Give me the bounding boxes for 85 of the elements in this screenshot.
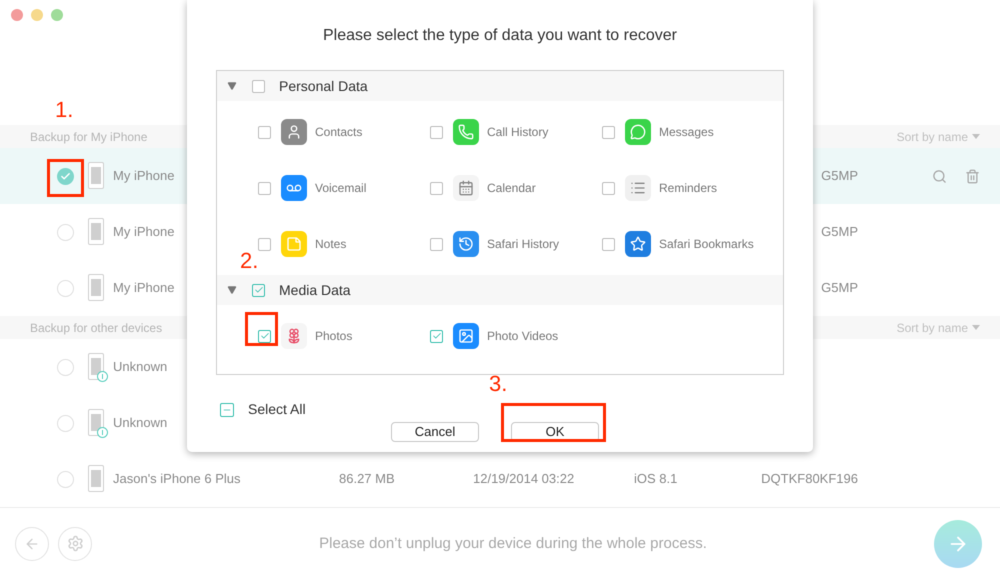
serial-number: DQTKF80KF196: [761, 471, 858, 486]
data-type-label: Call History: [487, 124, 548, 141]
step-number: 3.: [489, 373, 508, 395]
voicemail-icon: [281, 175, 307, 201]
serial-number: G5MP: [821, 224, 858, 240]
footer-message: Please don’t unplug your device during the whole process.: [319, 534, 707, 552]
search-icon[interactable]: [932, 168, 947, 184]
data-type-label: Calendar: [487, 180, 536, 197]
check-icon: [432, 331, 442, 341]
data-type-label: Contacts: [315, 124, 362, 141]
gear-icon: [66, 535, 84, 552]
data-type-label: Voicemail: [315, 180, 366, 197]
radio-button[interactable]: [57, 358, 74, 376]
section-title: Media Data: [279, 280, 351, 300]
list-icon: [625, 175, 651, 201]
group-title: Backup for My iPhone: [30, 128, 148, 146]
close-window-icon[interactable]: [11, 9, 23, 21]
cancel-button[interactable]: Cancel: [391, 422, 479, 442]
checkbox[interactable]: [252, 80, 265, 92]
clock-icon: [453, 231, 479, 257]
device-name: Unknown: [113, 415, 168, 430]
trash-icon[interactable]: [965, 168, 980, 184]
data-type-label: Photo Videos: [487, 328, 558, 345]
settings-button[interactable]: [58, 526, 92, 560]
step-number: 2.: [240, 250, 258, 272]
checkbox[interactable]: [258, 330, 271, 342]
device-name: My iPhone: [113, 224, 174, 240]
disclosure-triangle-icon[interactable]: [227, 81, 237, 91]
serial-number: G5MP: [821, 168, 858, 184]
select-all-checkbox[interactable]: [220, 402, 234, 416]
caret-icon: [972, 325, 980, 330]
device-name: Unknown: [113, 359, 168, 374]
checkbox[interactable]: [430, 182, 443, 194]
serial-number: G5MP: [821, 280, 858, 296]
zoom-window-icon[interactable]: [51, 9, 63, 21]
phone-icon: [453, 119, 479, 145]
checkbox[interactable]: [602, 126, 615, 138]
checkbox[interactable]: [258, 182, 271, 194]
radio-button[interactable]: [57, 470, 74, 488]
radio-button[interactable]: [57, 224, 74, 240]
device-name: Jason's iPhone 6 Plus: [113, 471, 241, 486]
data-type-label: Photos: [315, 328, 352, 345]
minimize-window-icon[interactable]: [31, 9, 43, 21]
annotation-frame: [47, 159, 84, 197]
step-number: 1.: [55, 99, 74, 121]
device-name: My iPhone: [113, 168, 174, 184]
calendar-icon: [453, 175, 479, 201]
group-title: Backup for other devices: [30, 320, 162, 336]
check-icon: [60, 170, 71, 182]
dialog-title: Please select the type of data you want to recover: [323, 27, 677, 44]
section-title: Personal Data: [279, 76, 368, 96]
flower-icon: [281, 323, 307, 349]
backup-date: 12/19/2014 03:22: [473, 471, 574, 486]
checkbox[interactable]: [602, 238, 615, 250]
speech-bubble-icon: [625, 119, 651, 145]
checkbox[interactable]: [602, 182, 615, 194]
annotation-frame: [245, 312, 278, 346]
data-type-label: Reminders: [659, 180, 718, 197]
radio-button[interactable]: [57, 414, 74, 432]
checkbox[interactable]: [430, 330, 443, 342]
disclosure-triangle-icon[interactable]: [227, 285, 237, 295]
checkbox[interactable]: [258, 238, 271, 250]
check-icon: [254, 285, 264, 295]
back-button[interactable]: [15, 526, 49, 560]
checkbox[interactable]: [430, 238, 443, 250]
ios-version: iOS 8.1: [634, 471, 678, 486]
data-type-label: Notes: [315, 236, 346, 253]
checkbox[interactable]: [430, 126, 443, 138]
notepad-icon: [281, 231, 307, 257]
radio-button[interactable]: [57, 280, 74, 296]
device-name: My iPhone: [113, 280, 174, 296]
picture-icon: [453, 323, 479, 349]
checkbox[interactable]: [258, 126, 271, 138]
data-type-label: Safari Bookmarks: [659, 236, 754, 253]
data-type-label: Safari History: [487, 236, 560, 253]
next-button[interactable]: [934, 520, 982, 568]
radio-button[interactable]: [57, 168, 74, 184]
arrow-left-icon: [24, 536, 40, 552]
checkbox[interactable]: [252, 284, 265, 296]
select-all-label: Select All: [248, 400, 306, 419]
check-icon: [260, 331, 270, 341]
data-type-label: Messages: [659, 124, 714, 141]
backup-size: 86.27 MB: [339, 471, 395, 486]
contacts-icon: [281, 119, 307, 145]
caret-icon: [972, 134, 980, 139]
